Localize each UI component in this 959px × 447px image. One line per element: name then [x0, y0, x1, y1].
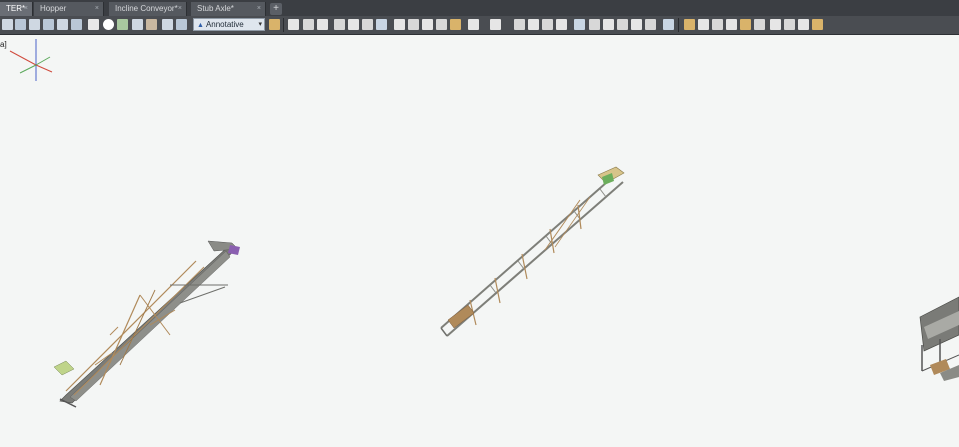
design-center-icon[interactable]	[589, 19, 600, 30]
tab-ter[interactable]: TER* ×	[0, 2, 33, 16]
tab-stub-axle[interactable]: Stub Axle* ×	[191, 2, 266, 16]
quickcalc-icon[interactable]	[645, 19, 656, 30]
annotative-icon: ▲	[197, 22, 204, 29]
dimension-angular-icon[interactable]	[103, 19, 114, 30]
markup-icon[interactable]	[631, 19, 642, 30]
copy-base-icon[interactable]	[436, 19, 447, 30]
dimension-style-icon[interactable]	[269, 19, 280, 30]
layer-unisolate-icon[interactable]	[740, 19, 751, 30]
layer-off-icon[interactable]	[770, 19, 781, 30]
chevron-down-icon: ▾	[258, 21, 262, 28]
document-tab-bar: TER* × Hopper × Incline Conveyor* × Stub…	[0, 0, 959, 16]
layer-lock-icon[interactable]	[784, 19, 795, 30]
dimension-space-icon[interactable]	[162, 19, 173, 30]
open-file-icon[interactable]	[303, 19, 314, 30]
close-icon[interactable]: ×	[24, 2, 28, 16]
close-icon[interactable]: ×	[257, 2, 261, 16]
plot-preview-icon[interactable]	[348, 19, 359, 30]
plot-icon[interactable]	[334, 19, 345, 30]
ucs-icon	[9, 39, 53, 81]
match-properties-icon[interactable]	[450, 19, 461, 30]
layer-state-icon[interactable]	[698, 19, 709, 30]
annotation-scale-dropdown[interactable]: ▲ Annotative ▾	[193, 18, 265, 31]
dimension-baseline-icon[interactable]	[132, 19, 143, 30]
dimension-aligned-icon[interactable]	[15, 19, 26, 30]
zoom-realtime-icon[interactable]	[528, 19, 539, 30]
pan-icon[interactable]	[514, 19, 525, 30]
help-icon[interactable]	[663, 19, 674, 30]
conveyor-model-middle[interactable]	[440, 166, 625, 337]
copy-icon[interactable]	[408, 19, 419, 30]
close-icon[interactable]: ×	[178, 2, 182, 16]
dimension-linear-icon[interactable]	[2, 19, 13, 30]
new-file-icon[interactable]	[288, 19, 299, 30]
dimension-radius-icon[interactable]	[57, 19, 68, 30]
model-space	[9, 39, 959, 408]
quick-dimension-icon[interactable]	[117, 19, 128, 30]
dimension-diameter-icon[interactable]	[88, 19, 99, 30]
dimension-jogged-icon[interactable]	[71, 19, 82, 30]
hopper-model-right[interactable]	[919, 296, 959, 381]
layer-isolate-icon[interactable]	[726, 19, 737, 30]
toolbar-separator	[283, 18, 284, 32]
new-tab-button[interactable]: +	[270, 3, 282, 15]
zoom-previous-icon[interactable]	[556, 19, 567, 30]
close-icon[interactable]: ×	[95, 2, 99, 16]
publish-icon[interactable]	[362, 19, 373, 30]
save-icon[interactable]	[317, 19, 328, 30]
toolbar-separator	[678, 18, 679, 32]
layer-unlock-icon[interactable]	[798, 19, 809, 30]
tab-label: Incline Conveyor*	[115, 4, 178, 13]
layer-match-icon[interactable]	[812, 19, 823, 30]
layer-previous-icon[interactable]	[712, 19, 723, 30]
paste-icon[interactable]	[422, 19, 433, 30]
sheet-set-icon[interactable]	[617, 19, 628, 30]
layer-properties-icon[interactable]	[684, 19, 695, 30]
3d-dwf-icon[interactable]	[376, 19, 387, 30]
dimension-break-icon[interactable]	[176, 19, 187, 30]
zoom-window-icon[interactable]	[542, 19, 553, 30]
annotative-label: Annotative	[205, 20, 244, 29]
tab-incline-conveyor[interactable]: Incline Conveyor* ×	[109, 2, 187, 16]
dimension-arc-icon[interactable]	[29, 19, 40, 30]
ribbon-toolbar: ▲ Annotative ▾	[0, 16, 959, 35]
tab-label: Hopper	[40, 4, 67, 13]
tab-label: Stub Axle*	[197, 4, 234, 13]
tool-palettes-icon[interactable]	[603, 19, 614, 30]
tab-hopper[interactable]: Hopper ×	[34, 2, 104, 16]
cut-icon[interactable]	[394, 19, 405, 30]
tab-label: TER*	[6, 4, 26, 13]
undo-icon[interactable]	[468, 19, 479, 30]
layer-freeze-icon[interactable]	[754, 19, 765, 30]
dimension-ordinate-icon[interactable]	[43, 19, 54, 30]
dimension-continue-icon[interactable]	[146, 19, 157, 30]
conveyor-model-left[interactable]	[53, 240, 240, 408]
redo-icon[interactable]	[490, 19, 501, 30]
properties-icon[interactable]	[574, 19, 585, 30]
